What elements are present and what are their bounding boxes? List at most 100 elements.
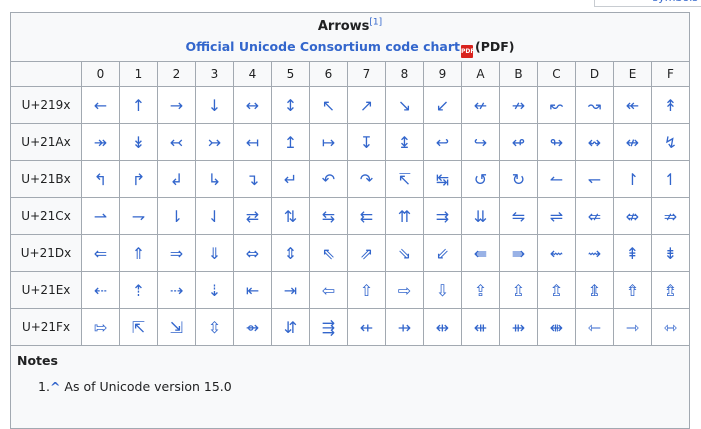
character-cell[interactable]: ⇡ [119, 271, 158, 309]
character-cell[interactable]: ↷ [347, 160, 386, 198]
character-cell[interactable]: ⇓ [195, 234, 234, 272]
character-cell[interactable]: ⇼ [537, 308, 576, 346]
character-cell[interactable]: ⇩ [423, 271, 462, 309]
character-cell[interactable]: ↙ [423, 86, 462, 124]
character-cell[interactable]: ⇞ [613, 234, 652, 272]
character-cell[interactable]: ⇴ [233, 308, 272, 346]
character-cell[interactable]: ⇙ [423, 234, 462, 272]
character-cell[interactable]: ↫ [499, 123, 538, 161]
character-cell[interactable]: ⇽ [575, 308, 614, 346]
character-cell[interactable]: ⇻ [499, 308, 538, 346]
character-cell[interactable]: ↚ [461, 86, 500, 124]
character-cell[interactable]: ⇧ [347, 271, 386, 309]
note-backlink[interactable]: ^ [50, 379, 60, 394]
character-cell[interactable]: ⇏ [651, 197, 690, 235]
character-cell[interactable]: ⇄ [233, 197, 272, 235]
character-cell[interactable]: ⇱ [119, 308, 158, 346]
character-cell[interactable]: ⇛ [499, 234, 538, 272]
character-cell[interactable]: ↵ [271, 160, 310, 198]
character-cell[interactable]: ⇹ [423, 308, 462, 346]
reference-link[interactable]: [1] [369, 18, 382, 28]
character-cell[interactable]: ↱ [119, 160, 158, 198]
code-chart-link[interactable]: Official Unicode Consortium code chart [185, 39, 460, 54]
character-cell[interactable]: ↯ [651, 123, 690, 161]
character-cell[interactable]: ↬ [537, 123, 576, 161]
character-cell[interactable]: ↤ [233, 123, 272, 161]
character-cell[interactable]: ⇾ [613, 308, 652, 346]
character-cell[interactable]: ↗ [347, 86, 386, 124]
character-cell[interactable]: ⇨ [385, 271, 424, 309]
character-cell[interactable]: ↓ [195, 86, 234, 124]
character-cell[interactable]: ↘ [385, 86, 424, 124]
character-cell[interactable]: ↖ [309, 86, 348, 124]
character-cell[interactable]: ⇀ [81, 197, 120, 235]
character-cell[interactable]: → [157, 86, 196, 124]
character-cell[interactable]: ⇠ [81, 271, 120, 309]
character-cell[interactable]: ⇌ [537, 197, 576, 235]
character-cell[interactable]: ⇝ [575, 234, 614, 272]
character-cell[interactable]: ⇸ [385, 308, 424, 346]
character-cell[interactable]: ↡ [119, 123, 158, 161]
character-cell[interactable]: ↾ [613, 160, 652, 198]
character-cell[interactable]: ⇘ [385, 234, 424, 272]
character-cell[interactable]: ⇆ [309, 197, 348, 235]
character-cell[interactable]: ⇃ [195, 197, 234, 235]
character-cell[interactable]: ↦ [309, 123, 348, 161]
character-cell[interactable]: ↨ [385, 123, 424, 161]
character-cell[interactable]: ↮ [613, 123, 652, 161]
character-cell[interactable]: ↧ [347, 123, 386, 161]
character-cell[interactable]: ↞ [613, 86, 652, 124]
character-cell[interactable]: ⇺ [461, 308, 500, 346]
character-cell[interactable]: ⇵ [271, 308, 310, 346]
character-cell[interactable]: ⇶ [309, 308, 348, 346]
character-cell[interactable]: ↥ [271, 123, 310, 161]
character-cell[interactable]: ⇒ [157, 234, 196, 272]
character-cell[interactable]: ↳ [195, 160, 234, 198]
character-cell[interactable]: ↜ [537, 86, 576, 124]
character-cell[interactable]: ↢ [157, 123, 196, 161]
character-cell[interactable]: ⇷ [347, 308, 386, 346]
character-cell[interactable]: ⇂ [157, 197, 196, 235]
character-cell[interactable]: ↸ [385, 160, 424, 198]
character-cell[interactable]: ⇇ [347, 197, 386, 235]
character-cell[interactable]: ⇣ [195, 271, 234, 309]
character-cell[interactable]: ↕ [271, 86, 310, 124]
character-cell[interactable]: ↽ [575, 160, 614, 198]
character-cell[interactable]: ⇫ [499, 271, 538, 309]
character-cell[interactable]: ⇜ [537, 234, 576, 272]
character-cell[interactable]: ⇍ [575, 197, 614, 235]
character-cell[interactable]: ↟ [651, 86, 690, 124]
character-cell[interactable]: ↣ [195, 123, 234, 161]
character-cell[interactable]: ⇥ [271, 271, 310, 309]
character-cell[interactable]: ⇊ [461, 197, 500, 235]
character-cell[interactable]: ↑ [119, 86, 158, 124]
character-cell[interactable]: ↲ [157, 160, 196, 198]
character-cell[interactable]: ⇉ [423, 197, 462, 235]
character-cell[interactable]: ⇗ [347, 234, 386, 272]
character-cell[interactable]: ↪ [461, 123, 500, 161]
character-cell[interactable]: ⇚ [461, 234, 500, 272]
character-cell[interactable]: ⇰ [81, 308, 120, 346]
character-cell[interactable]: ⇎ [613, 197, 652, 235]
character-cell[interactable]: ⇿ [651, 308, 690, 346]
character-cell[interactable]: ↺ [461, 160, 500, 198]
character-cell[interactable]: ⇳ [195, 308, 234, 346]
character-cell[interactable]: ⇢ [157, 271, 196, 309]
character-cell[interactable]: ↶ [309, 160, 348, 198]
character-cell[interactable]: ⇕ [271, 234, 310, 272]
character-cell[interactable]: ⇦ [309, 271, 348, 309]
character-cell[interactable]: ↝ [575, 86, 614, 124]
character-cell[interactable]: ↛ [499, 86, 538, 124]
character-cell[interactable]: ↿ [651, 160, 690, 198]
character-cell[interactable]: ⇑ [119, 234, 158, 272]
character-cell[interactable]: ⇪ [461, 271, 500, 309]
character-cell[interactable]: ↹ [423, 160, 462, 198]
character-cell[interactable]: ⇮ [613, 271, 652, 309]
character-cell[interactable]: ↭ [575, 123, 614, 161]
character-cell[interactable]: ↠ [81, 123, 120, 161]
character-cell[interactable]: ⇯ [651, 271, 690, 309]
character-cell[interactable]: ⇤ [233, 271, 272, 309]
character-cell[interactable]: ⇋ [499, 197, 538, 235]
previous-table-link[interactable]: symbols [653, 0, 698, 4]
character-cell[interactable]: ↰ [81, 160, 120, 198]
